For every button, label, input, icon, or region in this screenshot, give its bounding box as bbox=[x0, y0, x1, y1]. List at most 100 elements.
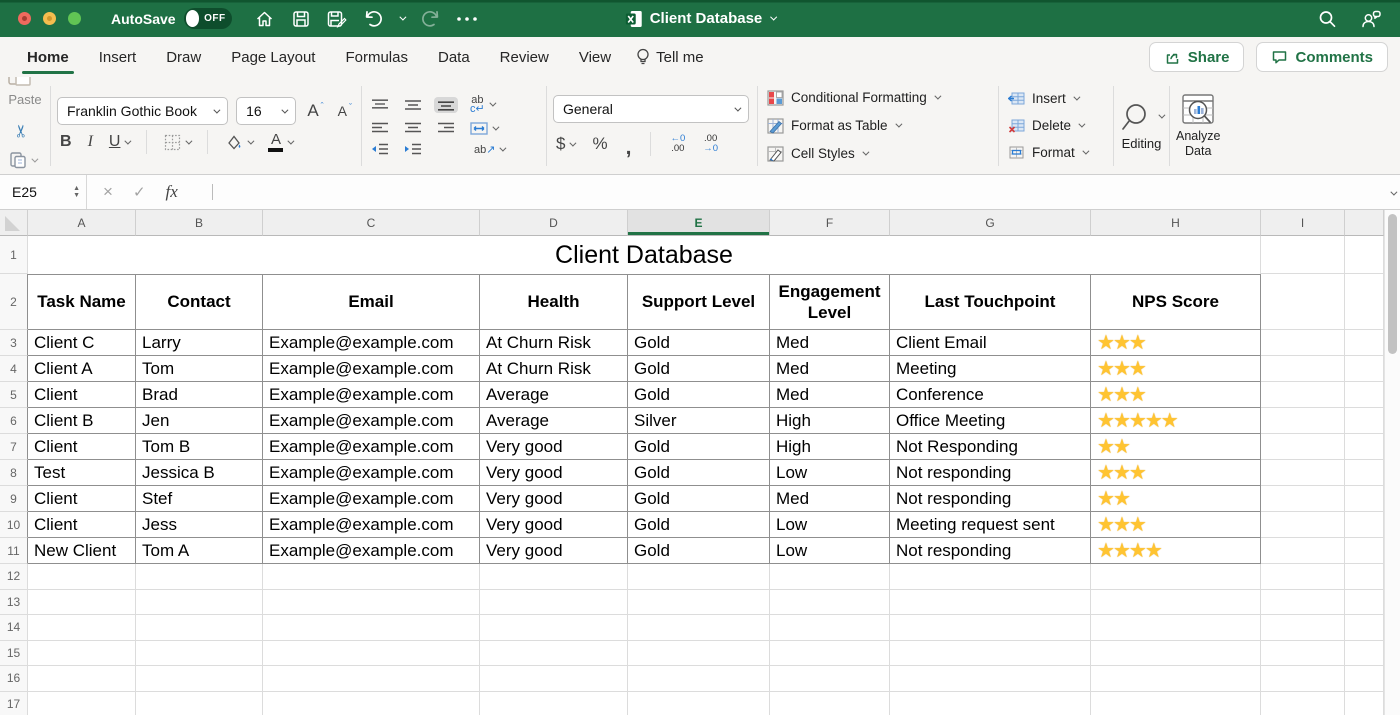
wrap-text-button[interactable]: abc↵ bbox=[467, 94, 497, 116]
cell-partial-6[interactable] bbox=[1345, 408, 1384, 434]
bold-button[interactable]: B bbox=[57, 131, 75, 153]
column-header-I[interactable]: I bbox=[1261, 210, 1345, 236]
cell-H5[interactable]: ★★★ bbox=[1091, 382, 1261, 408]
cell-I9[interactable] bbox=[1261, 486, 1345, 512]
cell-D10[interactable]: Very good bbox=[480, 512, 628, 538]
cell-partial-1[interactable] bbox=[1345, 236, 1384, 274]
cell-E7[interactable]: Gold bbox=[628, 434, 770, 460]
align-left-button[interactable] bbox=[368, 120, 392, 136]
cut-button[interactable]: ✂ bbox=[6, 119, 39, 143]
cell-E8[interactable]: Gold bbox=[628, 460, 770, 486]
increase-indent-button[interactable] bbox=[401, 141, 425, 157]
cell-partial-17[interactable] bbox=[1345, 692, 1384, 715]
cell-E15[interactable] bbox=[628, 641, 770, 667]
analyze-data-button[interactable]: AnalyzeData bbox=[1176, 93, 1220, 158]
cell-C6[interactable]: Example@example.com bbox=[263, 408, 480, 434]
save-as-icon[interactable] bbox=[322, 6, 352, 32]
comments-button[interactable]: Comments bbox=[1256, 42, 1388, 72]
cell-B9[interactable]: Stef bbox=[136, 486, 263, 512]
cell-C13[interactable] bbox=[263, 590, 480, 616]
tab-data[interactable]: Data bbox=[423, 37, 485, 77]
cell-partial-16[interactable] bbox=[1345, 666, 1384, 692]
cell-I3[interactable] bbox=[1261, 330, 1345, 356]
cell-B16[interactable] bbox=[136, 666, 263, 692]
cell-F5[interactable]: Med bbox=[770, 382, 890, 408]
column-header-D[interactable]: D bbox=[480, 210, 628, 236]
cell-B14[interactable] bbox=[136, 615, 263, 641]
cell-A14[interactable] bbox=[28, 615, 136, 641]
cell-partial-15[interactable] bbox=[1345, 641, 1384, 667]
header-cell-E2[interactable]: Support Level bbox=[628, 274, 770, 330]
cell-B3[interactable]: Larry bbox=[136, 330, 263, 356]
cell-G8[interactable]: Not responding bbox=[890, 460, 1091, 486]
cell-G16[interactable] bbox=[890, 666, 1091, 692]
italic-button[interactable]: I bbox=[85, 131, 96, 153]
row-header-8[interactable]: 8 bbox=[0, 460, 28, 486]
cell-D3[interactable]: At Churn Risk bbox=[480, 330, 628, 356]
cell-G3[interactable]: Client Email bbox=[890, 330, 1091, 356]
cell-F15[interactable] bbox=[770, 641, 890, 667]
cell-H16[interactable] bbox=[1091, 666, 1261, 692]
cell-F7[interactable]: High bbox=[770, 434, 890, 460]
cell-partial-9[interactable] bbox=[1345, 486, 1384, 512]
cell-D4[interactable]: At Churn Risk bbox=[480, 356, 628, 382]
conditional-formatting-button[interactable]: Conditional Formatting bbox=[764, 88, 992, 108]
formula-bar-expand-icon[interactable] bbox=[1390, 183, 1395, 201]
name-box-stepper[interactable]: ▲▼ bbox=[73, 185, 80, 199]
cell-title-A1[interactable]: Client Database bbox=[28, 236, 1261, 274]
cell-F12[interactable] bbox=[770, 564, 890, 590]
cell-B15[interactable] bbox=[136, 641, 263, 667]
cell-E13[interactable] bbox=[628, 590, 770, 616]
row-header-9[interactable]: 9 bbox=[0, 486, 28, 512]
row-header-14[interactable]: 14 bbox=[0, 615, 28, 641]
cell-I15[interactable] bbox=[1261, 641, 1345, 667]
font-name-select[interactable]: Franklin Gothic Book bbox=[57, 97, 228, 125]
cell-C14[interactable] bbox=[263, 615, 480, 641]
more-commands-icon[interactable] bbox=[452, 6, 482, 32]
row-header-15[interactable]: 15 bbox=[0, 641, 28, 667]
cell-C7[interactable]: Example@example.com bbox=[263, 434, 480, 460]
align-center-button[interactable] bbox=[401, 120, 425, 136]
borders-button[interactable] bbox=[161, 132, 193, 153]
cell-partial-13[interactable] bbox=[1345, 590, 1384, 616]
row-header-4[interactable]: 4 bbox=[0, 356, 28, 382]
cell-F8[interactable]: Low bbox=[770, 460, 890, 486]
cell-partial-3[interactable] bbox=[1345, 330, 1384, 356]
cell-G7[interactable]: Not Responding bbox=[890, 434, 1091, 460]
cell-F16[interactable] bbox=[770, 666, 890, 692]
row-header-10[interactable]: 10 bbox=[0, 512, 28, 538]
header-cell-H2[interactable]: NPS Score bbox=[1091, 274, 1261, 330]
cell-B4[interactable]: Tom bbox=[136, 356, 263, 382]
cancel-entry-icon[interactable]: × bbox=[103, 182, 113, 202]
cell-G5[interactable]: Conference bbox=[890, 382, 1091, 408]
insert-function-icon[interactable]: fx bbox=[166, 182, 178, 202]
cell-C12[interactable] bbox=[263, 564, 480, 590]
home-icon[interactable] bbox=[250, 6, 280, 32]
cell-F17[interactable] bbox=[770, 692, 890, 715]
cell-I13[interactable] bbox=[1261, 590, 1345, 616]
cell-I11[interactable] bbox=[1261, 538, 1345, 564]
cell-B12[interactable] bbox=[136, 564, 263, 590]
column-header-C[interactable]: C bbox=[263, 210, 480, 236]
undo-icon[interactable] bbox=[358, 6, 388, 32]
orientation-button[interactable]: ab↗ bbox=[471, 141, 507, 158]
format-as-table-button[interactable]: Format as Table bbox=[764, 116, 992, 136]
cell-G10[interactable]: Meeting request sent bbox=[890, 512, 1091, 538]
cell-A9[interactable]: Client bbox=[28, 486, 136, 512]
cell-H9[interactable]: ★★ bbox=[1091, 486, 1261, 512]
decrease-decimal-button[interactable]: .00→0 bbox=[700, 132, 721, 156]
cell-I6[interactable] bbox=[1261, 408, 1345, 434]
cell-G12[interactable] bbox=[890, 564, 1091, 590]
cell-B7[interactable]: Tom B bbox=[136, 434, 263, 460]
cell-E12[interactable] bbox=[628, 564, 770, 590]
cell-H10[interactable]: ★★★ bbox=[1091, 512, 1261, 538]
zoom-window-button[interactable] bbox=[68, 12, 81, 25]
cell-G11[interactable]: Not responding bbox=[890, 538, 1091, 564]
autosave-toggle[interactable]: OFF bbox=[184, 8, 232, 29]
cell-A6[interactable]: Client B bbox=[28, 408, 136, 434]
cell-E3[interactable]: Gold bbox=[628, 330, 770, 356]
cell-A5[interactable]: Client bbox=[28, 382, 136, 408]
cell-D16[interactable] bbox=[480, 666, 628, 692]
cell-partial-14[interactable] bbox=[1345, 615, 1384, 641]
cell-E5[interactable]: Gold bbox=[628, 382, 770, 408]
